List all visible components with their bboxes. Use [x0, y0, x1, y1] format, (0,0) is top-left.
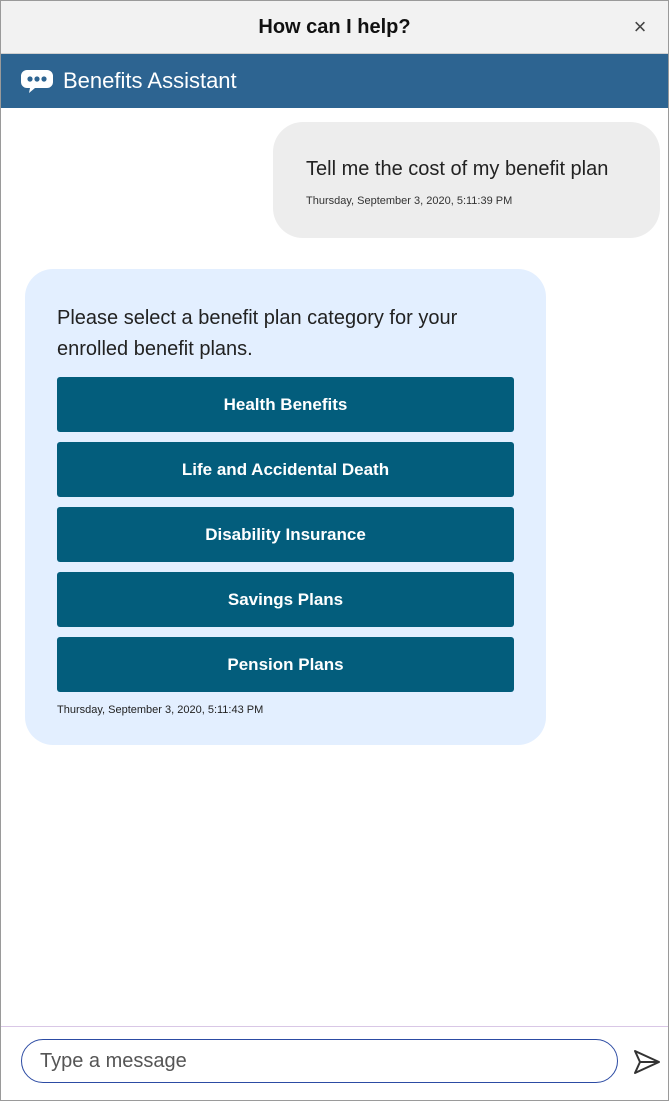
option-health-benefits-button[interactable]: Health Benefits [57, 377, 514, 432]
send-icon[interactable] [632, 1047, 662, 1077]
message-input-box[interactable] [21, 1039, 618, 1083]
user-message-timestamp: Thursday, September 3, 2020, 5:11:39 PM [306, 195, 513, 207]
window-title: How can I help? [258, 15, 411, 38]
chat-window: How can I help? × Benefits Assistant Tel… [0, 0, 669, 1101]
user-message-text: Tell me the cost of my benefit plan [306, 158, 609, 180]
assistant-header: Benefits Assistant [1, 54, 668, 108]
close-icon[interactable]: × [628, 15, 652, 39]
bot-message-text: Please select a benefit plan category fo… [57, 307, 458, 360]
bot-message-bubble: Please select a benefit plan category fo… [25, 269, 546, 745]
message-composer [1, 1026, 668, 1100]
option-life-accidental-death-button[interactable]: Life and Accidental Death [57, 442, 514, 497]
option-disability-insurance-button[interactable]: Disability Insurance [57, 507, 514, 562]
message-input[interactable] [40, 1046, 600, 1076]
bot-message-timestamp: Thursday, September 3, 2020, 5:11:43 PM [57, 704, 264, 716]
option-list: Health Benefits Life and Accidental Deat… [57, 377, 514, 702]
option-savings-plans-button[interactable]: Savings Plans [57, 572, 514, 627]
message-list[interactable]: Tell me the cost of my benefit plan Thur… [1, 108, 668, 1026]
user-message-bubble: Tell me the cost of my benefit plan Thur… [273, 122, 660, 238]
chat-bubble-icon [21, 69, 53, 93]
assistant-name: Benefits Assistant [63, 68, 237, 93]
title-bar: How can I help? × [1, 1, 668, 54]
option-pension-plans-button[interactable]: Pension Plans [57, 637, 514, 692]
